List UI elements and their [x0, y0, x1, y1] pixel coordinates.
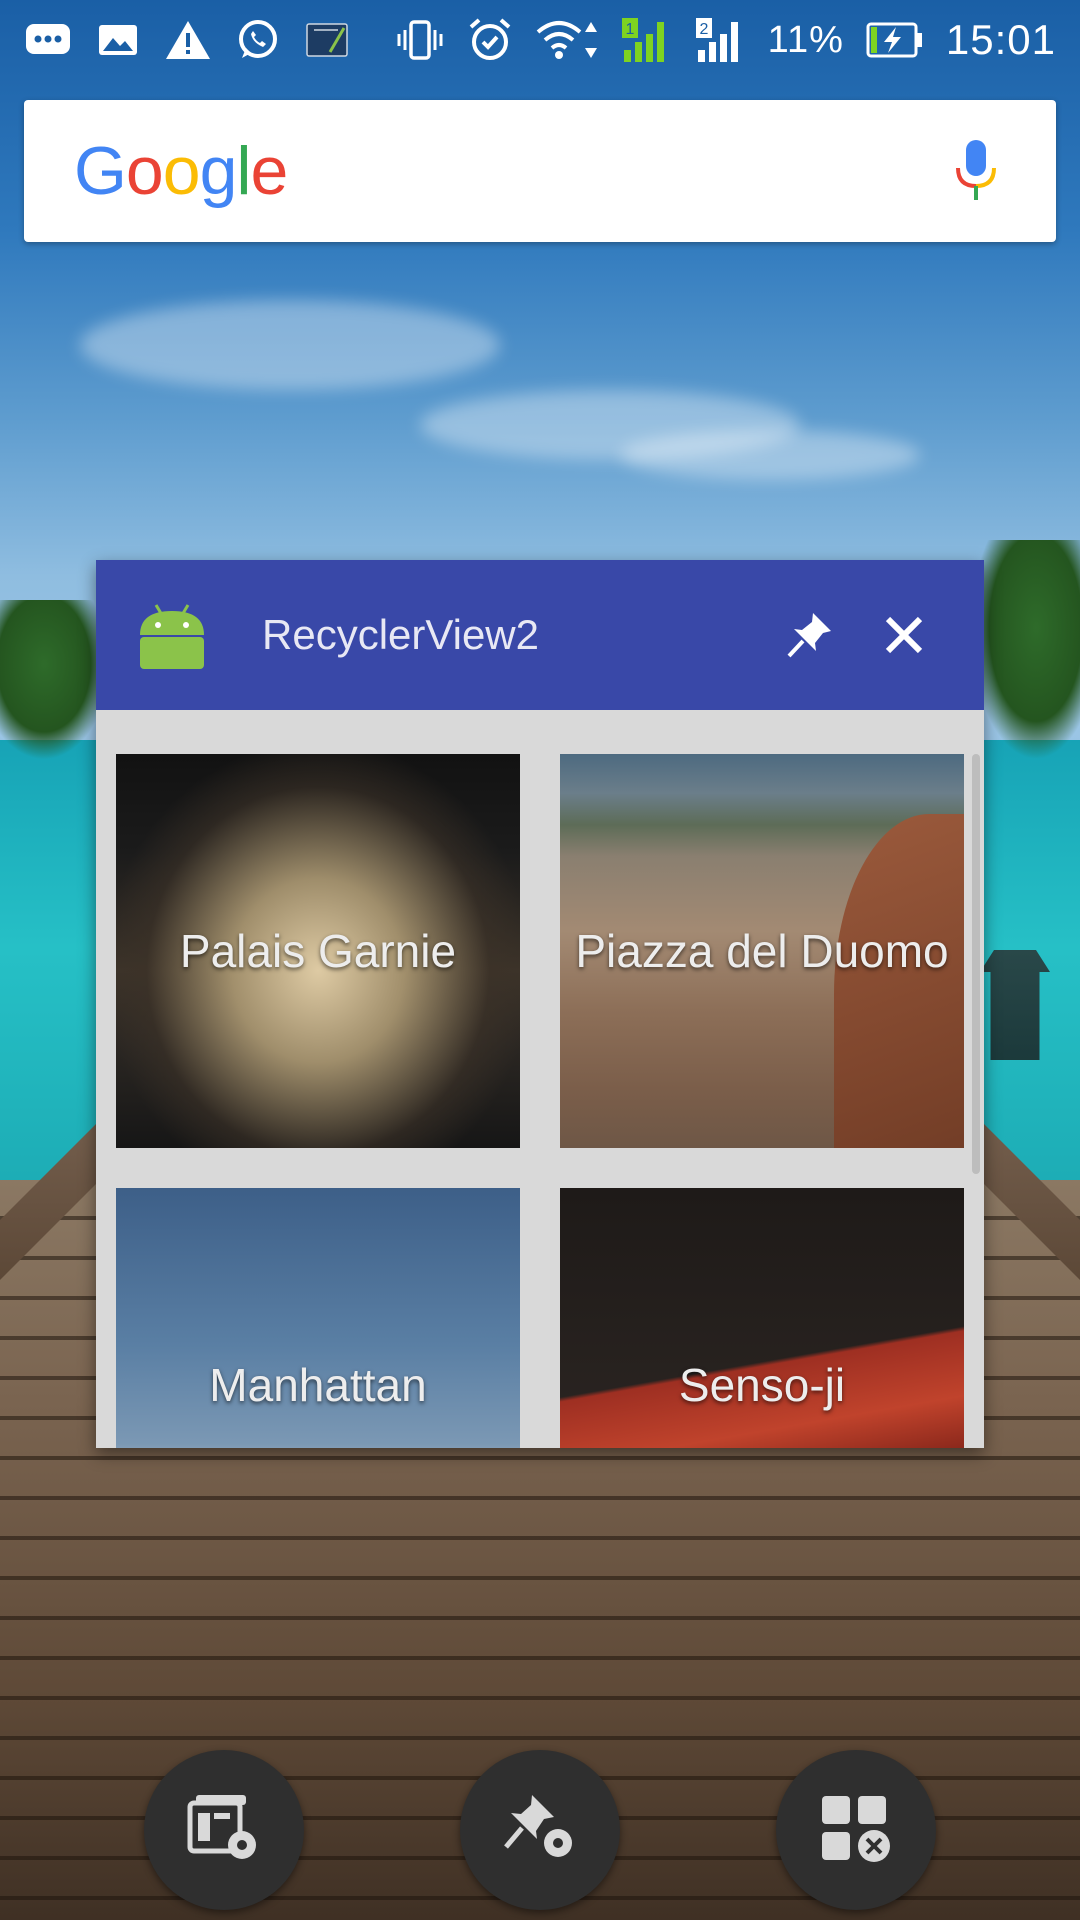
grid-tile[interactable]: Senso-ji	[560, 1188, 964, 1448]
tile-caption: Piazza del Duomo	[575, 925, 949, 977]
tile-caption: Senso-ji	[678, 1359, 846, 1411]
google-logo-letter: o	[162, 133, 201, 209]
window-title: RecyclerView2	[262, 611, 539, 658]
notification-icons	[24, 16, 352, 64]
close-all-windows-button[interactable]	[776, 1750, 936, 1910]
google-logo-letter: o	[125, 133, 164, 209]
message-icon	[24, 16, 72, 64]
google-logo: Google	[74, 132, 289, 210]
wallpaper-hut	[980, 950, 1050, 1060]
window-settings-button[interactable]	[144, 1750, 304, 1910]
battery-charging-icon	[866, 16, 924, 64]
window-settings-icon	[186, 1793, 262, 1868]
system-status-icons: 1 2 11% 15:01	[396, 16, 1056, 64]
notebook-icon	[304, 16, 352, 64]
home-screen: 1 2 11% 15:01 Google RecyclerView2 Palai…	[0, 0, 1080, 1920]
google-search-bar[interactable]: Google	[24, 100, 1056, 242]
tile-caption: Manhattan	[209, 1359, 427, 1411]
pin-settings-icon	[502, 1793, 578, 1868]
google-logo-letter: l	[236, 133, 251, 209]
alarm-icon	[466, 16, 514, 64]
grid-tile[interactable]: Palais Garnie	[116, 754, 520, 1148]
whatsapp-icon	[234, 16, 282, 64]
vibrate-icon	[396, 16, 444, 64]
close-icon[interactable]	[864, 595, 944, 675]
signal-sim1-icon: 1	[620, 16, 672, 64]
wallpaper-palms	[970, 540, 1080, 760]
battery-percentage: 11%	[767, 18, 844, 61]
pin-settings-button[interactable]	[460, 1750, 620, 1910]
tile-caption: Palais Garnie	[179, 925, 457, 977]
android-icon	[136, 599, 208, 671]
wallpaper-cloud	[620, 430, 920, 480]
window-titlebar[interactable]: RecyclerView2	[96, 560, 984, 710]
warning-icon	[164, 16, 212, 64]
gallery-icon	[94, 16, 142, 64]
grid-tile[interactable]: Manhattan	[116, 1188, 520, 1448]
svg-text:1: 1	[625, 21, 634, 38]
google-logo-letter: g	[199, 133, 238, 209]
signal-sim2-icon: 2	[694, 16, 746, 64]
pin-icon[interactable]	[770, 595, 850, 675]
floating-window[interactable]: RecyclerView2 Palais Garnie Piazza del D…	[96, 560, 984, 1448]
wifi-icon	[536, 16, 598, 64]
wallpaper-cloud	[80, 300, 500, 390]
mic-icon[interactable]	[946, 131, 1006, 211]
svg-text:2: 2	[699, 21, 708, 38]
google-logo-letter: G	[74, 133, 127, 209]
status-bar: 1 2 11% 15:01	[0, 0, 1080, 80]
image-grid[interactable]: Palais Garnie Piazza del Duomo Manhattan…	[116, 754, 964, 1448]
wallpaper-palms	[0, 600, 110, 760]
scrollbar[interactable]	[972, 754, 980, 1174]
google-logo-letter: e	[250, 133, 289, 209]
clock: 15:01	[945, 16, 1056, 63]
grid-tile[interactable]: Piazza del Duomo	[560, 754, 964, 1148]
tile-image-detail	[834, 814, 964, 1148]
close-all-windows-icon	[818, 1792, 894, 1869]
